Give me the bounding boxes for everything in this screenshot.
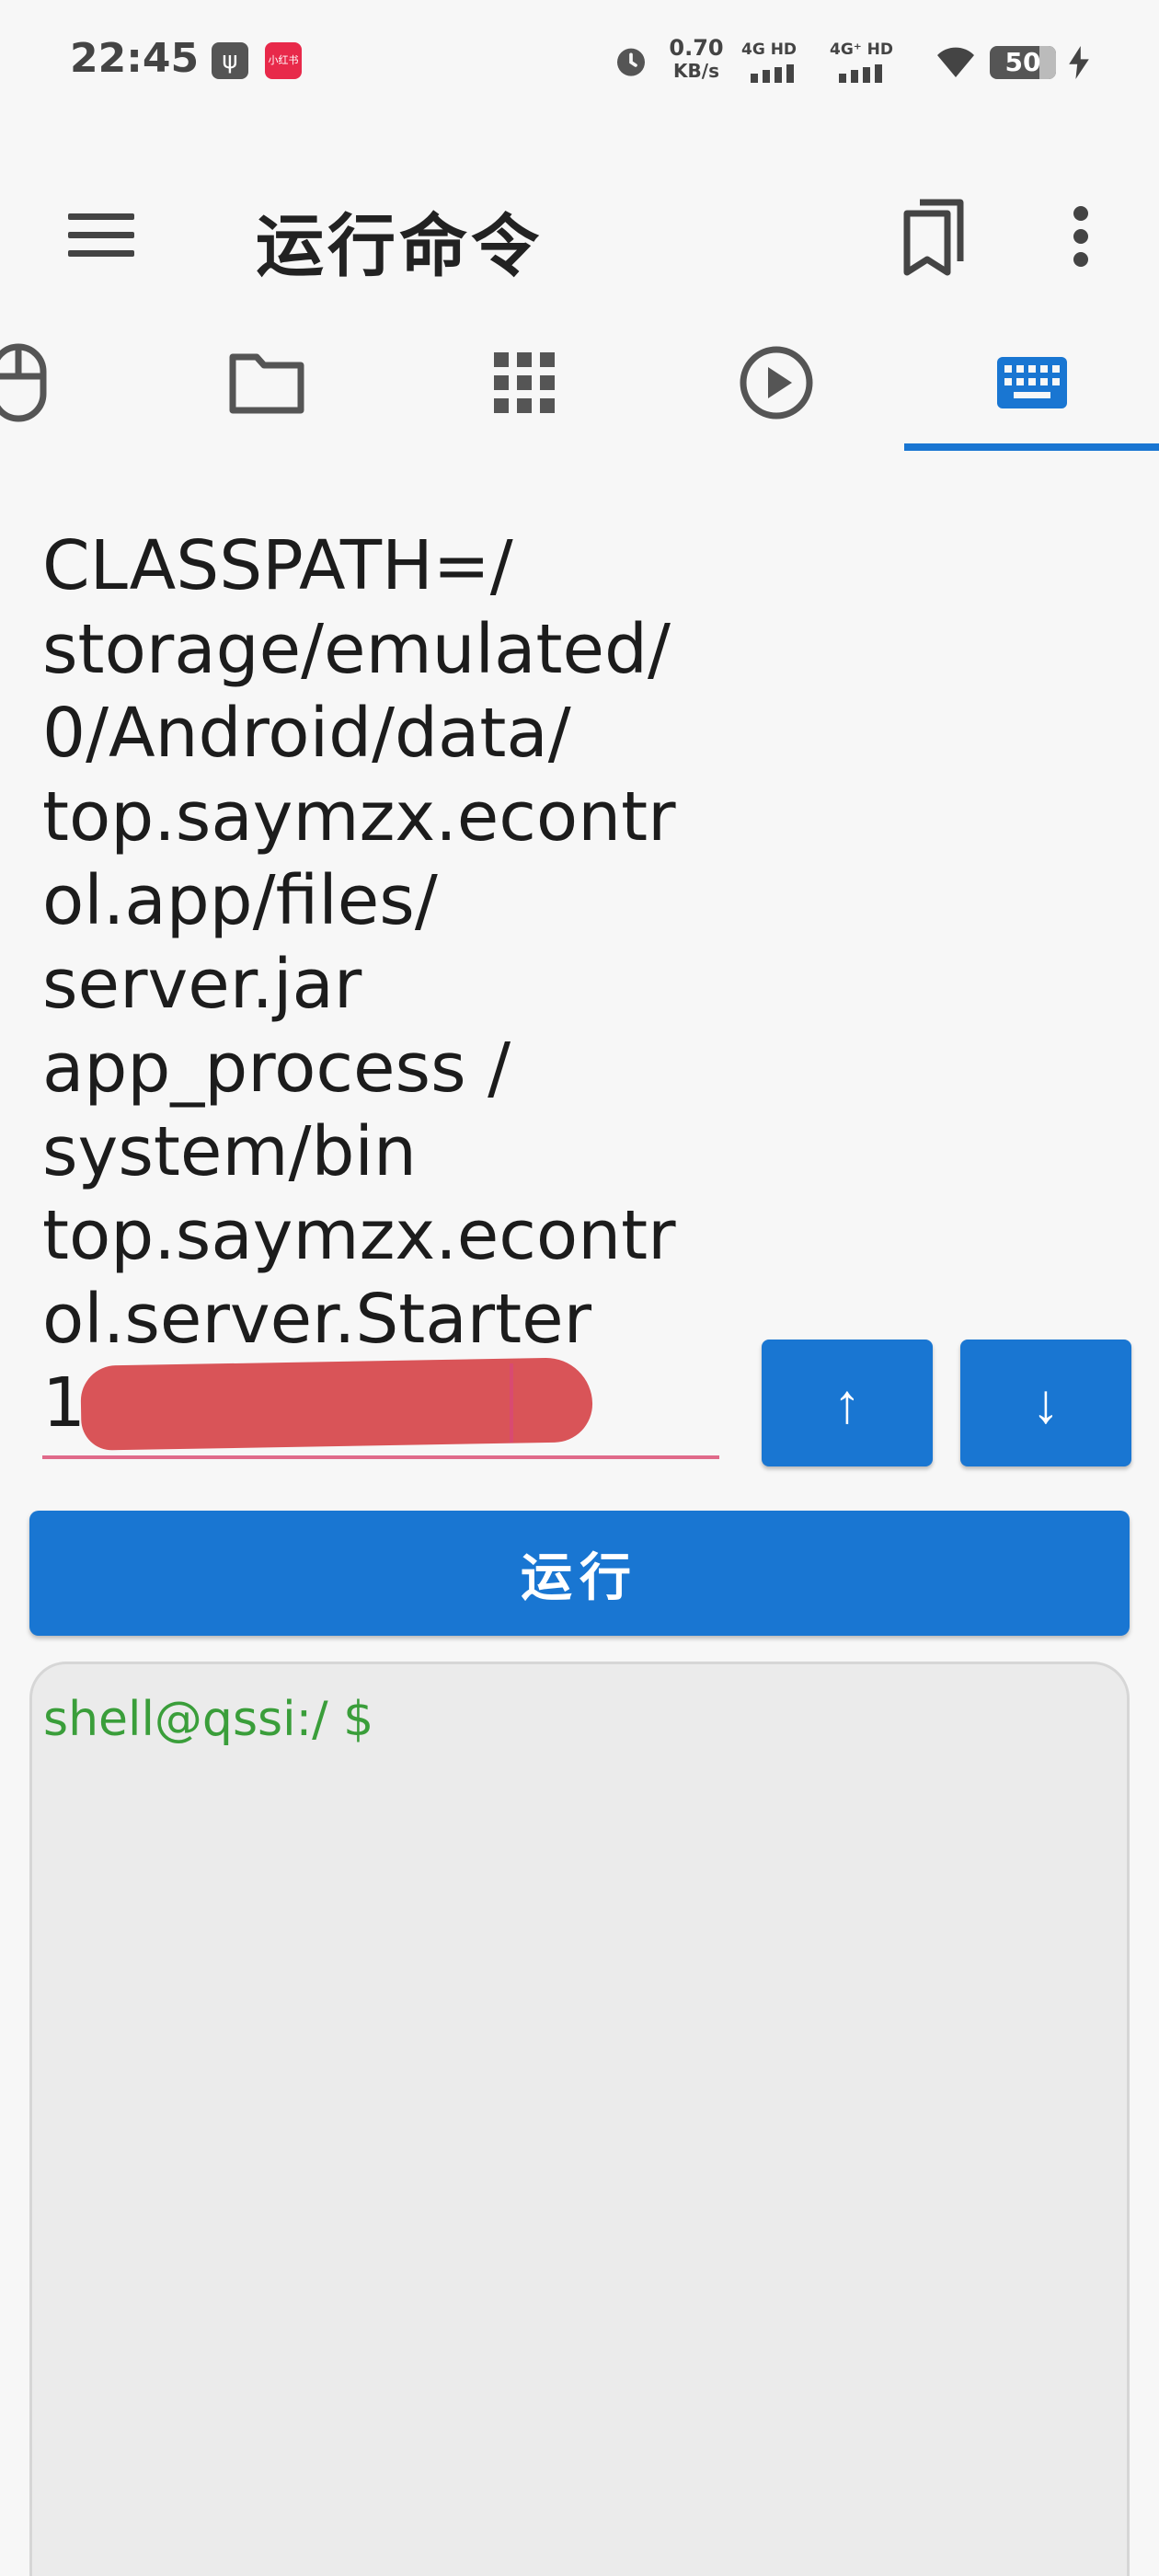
alarm-icon <box>617 48 645 76</box>
signal-sim2-label: 4G⁺ HD <box>830 40 894 59</box>
menu-icon <box>68 213 134 257</box>
tab-play[interactable] <box>712 313 841 453</box>
redaction-mark <box>80 1357 593 1451</box>
keyboard-icon <box>996 357 1067 408</box>
run-button[interactable]: 运行 <box>29 1511 1130 1636</box>
more-options-button[interactable] <box>1039 190 1122 282</box>
bookmarks-button[interactable] <box>887 190 979 282</box>
apps-grid-icon <box>494 352 555 413</box>
network-speed: 0.70 KB/s <box>666 37 727 83</box>
tab-apps[interactable] <box>460 313 589 453</box>
bookmarks-icon <box>903 199 964 276</box>
tab-bar <box>0 313 1159 453</box>
signal-sim2-icon: 4G⁺ HD <box>830 37 905 88</box>
battery-icon: 50 <box>990 46 1056 79</box>
history-up-button[interactable]: ↑ <box>762 1340 933 1466</box>
terminal-output[interactable]: shell@qssi:/ $ <box>29 1662 1130 2576</box>
battery-level: 50 <box>1004 47 1041 77</box>
signal-sim1-label: 4G HD <box>741 40 798 59</box>
charging-icon <box>1069 46 1089 79</box>
history-down-button[interactable]: ↓ <box>960 1340 1131 1466</box>
play-circle-icon <box>740 346 813 420</box>
more-vert-icon <box>1073 206 1088 267</box>
notification-app-icon: 小红书 <box>265 42 302 79</box>
app-bar: 运行命令 <box>0 156 1159 304</box>
menu-button[interactable] <box>55 190 147 282</box>
mouse-icon <box>0 343 47 422</box>
status-icons: 0.70 KB/s 4G HD 4G⁺ HD 50 <box>537 37 1089 88</box>
network-speed-unit: KB/s <box>673 60 719 82</box>
tab-terminal[interactable] <box>904 313 1159 453</box>
wifi-icon <box>937 47 974 77</box>
command-text: CLASSPATH=/ storage/emulated/ 0/Android/… <box>42 526 676 1443</box>
command-input[interactable]: CLASSPATH=/ storage/emulated/ 0/Android/… <box>42 524 723 1463</box>
folder-icon <box>229 353 304 414</box>
shell-prompt: shell@qssi:/ $ <box>43 1692 374 1747</box>
tab-files[interactable] <box>202 313 331 453</box>
network-speed-value: 0.70 <box>669 35 724 61</box>
status-time: 22:45 <box>70 35 200 82</box>
status-bar: 22:45 ψ 小红书 0.70 KB/s 4G HD 4G⁺ HD 50 <box>0 0 1159 129</box>
signal-sim1-icon: 4G HD <box>741 37 815 88</box>
page-title: 运行命令 <box>256 207 543 286</box>
tab-selected-indicator <box>904 443 1159 451</box>
usb-debug-icon: ψ <box>212 42 248 79</box>
input-underline <box>42 1455 719 1459</box>
tab-mouse[interactable] <box>0 313 74 453</box>
text-cursor <box>510 1363 513 1443</box>
